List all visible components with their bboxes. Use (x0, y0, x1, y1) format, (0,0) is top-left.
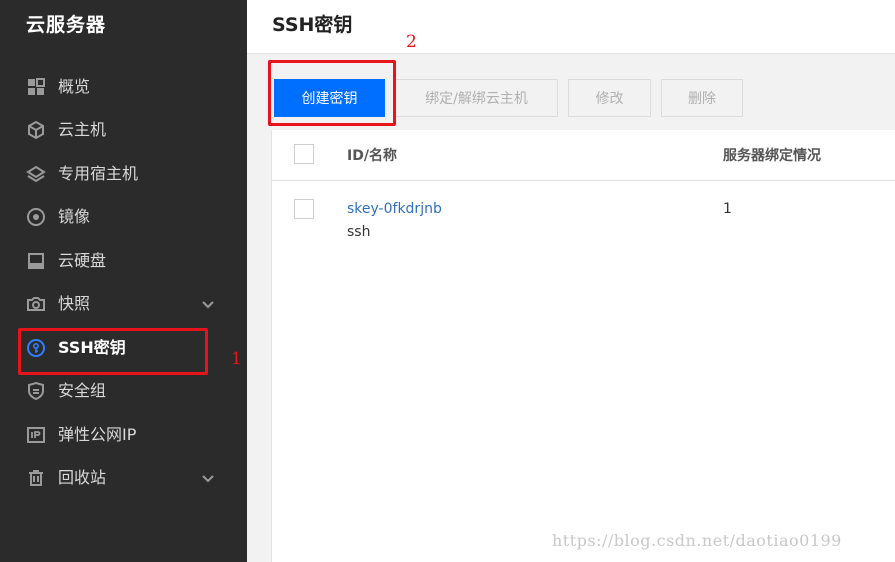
sidebar: 云服务器 概览 云主机 专用宿主机 镜像 云硬盘 快照 SSH密钥 安全组 弹性… (0, 0, 247, 562)
sidebar-item-label: 弹性公网IP (58, 425, 137, 444)
sidebar-item-dedicated-host[interactable]: 专用宿主机 (0, 154, 247, 194)
sidebar-item-cvm[interactable]: 云主机 (0, 110, 247, 150)
key-name: ssh (347, 224, 371, 240)
disk-icon (26, 251, 46, 271)
camera-icon (26, 294, 46, 314)
sidebar-item-label: 云主机 (58, 120, 107, 139)
page-header: SSH密钥 (247, 0, 895, 54)
annotation-number-1: 1 (231, 349, 242, 369)
select-all-checkbox[interactable] (294, 144, 314, 164)
create-key-button[interactable]: 创建密钥 (274, 79, 385, 117)
row-checkbox[interactable] (294, 199, 314, 219)
layers-icon (26, 164, 46, 184)
sidebar-item-label: 快照 (58, 294, 91, 313)
annotation-number-2: 2 (406, 32, 417, 52)
sidebar-item-recycle-bin[interactable]: 回收站 (0, 458, 247, 498)
sidebar-title: 云服务器 (26, 14, 107, 36)
sidebar-item-image[interactable]: 镜像 (0, 197, 247, 237)
sidebar-item-label: 概览 (58, 77, 91, 96)
grid-icon (26, 77, 46, 97)
sidebar-item-eip[interactable]: 弹性公网IP (0, 415, 247, 455)
chevron-down-icon[interactable] (200, 296, 216, 312)
chevron-down-icon[interactable] (200, 470, 216, 486)
key-id-link[interactable]: skey-0fkdrjnb (347, 201, 442, 217)
sidebar-item-security-group[interactable]: 安全组 (0, 371, 247, 411)
app-root: 云服务器 概览 云主机 专用宿主机 镜像 云硬盘 快照 SSH密钥 安全组 弹性… (0, 0, 895, 562)
sidebar-item-label: 回收站 (58, 468, 107, 487)
ip-icon (26, 425, 46, 445)
table-header: ID/名称 服务器绑定情况 (272, 130, 895, 181)
trash-icon (26, 468, 46, 488)
sidebar-item-ssh-key[interactable]: SSH密钥 (0, 328, 247, 368)
sidebar-item-snapshot[interactable]: 快照 (0, 284, 247, 324)
sidebar-item-label: 镜像 (58, 207, 91, 226)
sidebar-item-label: 专用宿主机 (58, 164, 139, 183)
column-header-binding: 服务器绑定情况 (723, 148, 821, 164)
sidebar-item-label: 安全组 (58, 381, 107, 400)
delete-button[interactable]: 删除 (661, 79, 743, 117)
shield-icon (26, 381, 46, 401)
binding-count: 1 (723, 201, 732, 217)
bind-unbind-button[interactable]: 绑定/解绑云主机 (395, 79, 558, 117)
disc-icon (26, 207, 46, 227)
key-table: ID/名称 服务器绑定情况 skey-0fkdrjnb ssh 1 (271, 130, 895, 562)
page-title: SSH密钥 (272, 14, 353, 36)
key-icon (26, 338, 46, 358)
sidebar-item-label: SSH密钥 (58, 338, 126, 357)
sidebar-item-label: 云硬盘 (58, 251, 107, 270)
sidebar-item-cloud-disk[interactable]: 云硬盘 (0, 241, 247, 281)
cube-icon (26, 120, 46, 140)
edit-button[interactable]: 修改 (568, 79, 651, 117)
column-header-id-name: ID/名称 (347, 148, 397, 164)
sidebar-item-overview[interactable]: 概览 (0, 67, 247, 107)
watermark: https://blog.csdn.net/daotiao0199 (552, 531, 842, 550)
